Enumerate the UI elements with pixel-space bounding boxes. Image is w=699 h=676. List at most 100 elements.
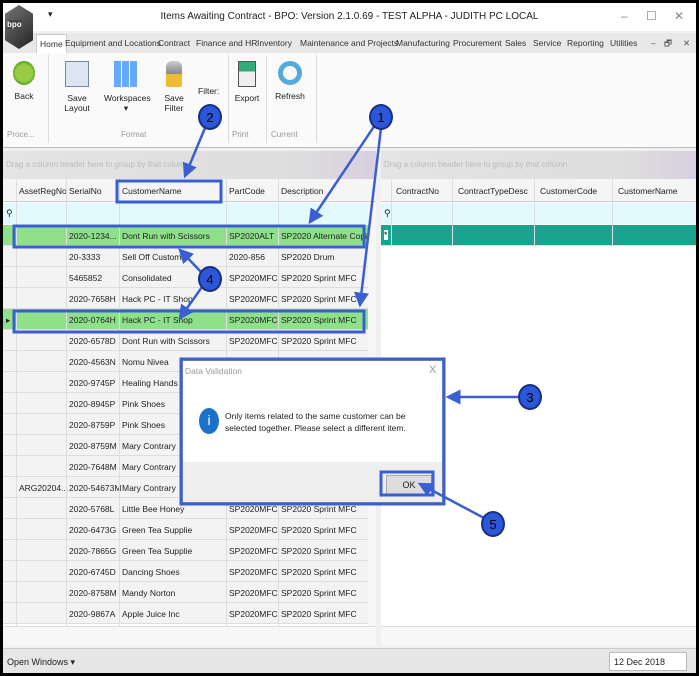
cell-description: SP2020 Sprint MFC — [281, 294, 357, 304]
table-row[interactable]: 20-3333 Sell Off Customer 2020-856 SP2020 D… — [3, 246, 368, 267]
save-filter-button[interactable]: Save Filter — [154, 61, 194, 113]
maximize-button[interactable]: ☐ — [646, 9, 657, 23]
cell-partcode: SP2020ALT — [229, 231, 275, 241]
tab-utilities[interactable]: Utilities — [610, 38, 637, 48]
table-row[interactable]: 2020-6473G Green Tea Supplie SP2020MFC SP20… — [3, 519, 368, 540]
right-horizontal-scrollbar[interactable] — [381, 626, 696, 645]
tab-home[interactable]: Home — [36, 34, 67, 53]
minimize-button[interactable]: – — [621, 9, 628, 23]
cell-customername: Sell Off Customer — [122, 252, 189, 262]
cell-serialno: 2020-8945P — [69, 399, 116, 409]
cell-customername: Mary Contrary — [122, 483, 176, 493]
column-header-contractno[interactable]: ContractNo — [396, 186, 439, 196]
table-row[interactable]: 2020-1234... Dont Run with Scissors SP2020… — [3, 225, 375, 246]
cell-customername: Dont Run with Scissors — [122, 336, 210, 346]
table-row[interactable]: 2020-7865G Green Tea Supplie SP2020MFC SP20… — [3, 540, 368, 561]
column-divider — [534, 179, 535, 247]
logo-text: bpo — [7, 20, 22, 29]
cell-customername: Little Bee Honey — [122, 504, 185, 514]
table-row[interactable]: 2020-6578D Dont Run with Scissors SP2020MF… — [3, 330, 368, 351]
cell-serialno: 2020-7865G — [69, 546, 117, 556]
window-title: Items Awaiting Contract - BPO: Version 2… — [160, 11, 539, 22]
workspaces-icon — [114, 61, 138, 87]
column-header-assetregno[interactable]: AssetRegNo — [19, 186, 67, 196]
cell-partcode: SP2020MFC — [229, 546, 278, 556]
cell-serialno: 5465852 — [69, 273, 103, 283]
table-row[interactable]: 2020-8758M Mandy Norton SP2020MFC SP2020 Sp… — [3, 582, 368, 603]
ribbon-minimize-button[interactable]: – — [651, 38, 656, 48]
cell-serialno: 2020-9867A — [69, 609, 116, 619]
cell-partcode: SP2020MFC — [229, 609, 278, 619]
cell-description: SP2020 Drum — [281, 252, 335, 262]
cell-customername: Consolidated — [122, 273, 172, 283]
column-header-description[interactable]: Description — [281, 186, 324, 196]
save-filter-label: Save Filter — [164, 93, 184, 113]
tab-inventory[interactable]: Inventory — [257, 38, 292, 48]
tab-maintenance-and-projects[interactable]: Maintenance and Projects — [300, 38, 398, 48]
dialog-message: Only items related to the same customer … — [225, 411, 406, 433]
column-header-customername[interactable]: CustomerName — [618, 186, 678, 196]
title-bar: Items Awaiting Contract - BPO: Version 2… — [3, 3, 696, 31]
annotation-badge-5: 5 — [481, 511, 505, 537]
app-logo[interactable]: bpo — [5, 5, 33, 49]
tab-sales[interactable]: Sales — [505, 38, 526, 48]
ribbon: Back Save Layout Workspaces ▾ Save Filter… — [3, 53, 696, 148]
cell-description: SP2020 Sprint MFC — [281, 546, 357, 556]
table-row[interactable]: 2020-6745D Dancing Shoes SP2020MFC SP2020 S… — [3, 561, 368, 582]
tab-contract[interactable]: Contract — [158, 38, 190, 48]
quick-access-dropdown[interactable]: ▾ — [48, 9, 53, 20]
cell-serialno: 2020-5768L — [69, 504, 115, 514]
cell-description: SP2020 Sprint MFC — [281, 609, 357, 619]
cell-partcode: 2020-856 — [229, 252, 265, 262]
workspaces-button[interactable]: Workspaces ▾ — [104, 61, 151, 114]
save-layout-label: Save Layout — [64, 93, 90, 113]
cell-description: SP2020 Sprint MFC — [281, 504, 357, 514]
ribbon-close-button[interactable]: ✕ — [683, 38, 690, 49]
column-header-serialno[interactable]: SerialNo — [69, 186, 102, 196]
annotation-badge-3: 3 — [518, 384, 542, 410]
cell-partcode: SP2020MFC — [229, 336, 278, 346]
ok-button[interactable]: OK — [386, 475, 432, 495]
table-row[interactable]: 2020-9867A Apple Juice Inc SP2020MFC SP2020… — [3, 603, 368, 624]
tab-equipment-and-locations[interactable]: Equipment and Locations — [65, 38, 161, 48]
dialog-title: Data Validation — [185, 366, 243, 376]
table-row[interactable]: ▸ 2020-0764H Hack PC - IT Shop SP2020MFC SP2… — [3, 309, 368, 330]
new-item-row[interactable]: * — [381, 225, 696, 246]
cell-customername: Mary Contrary — [122, 441, 176, 451]
dialog-close-button[interactable]: X — [429, 364, 436, 376]
export-button[interactable]: Export — [232, 61, 262, 103]
tab-procurement[interactable]: Procurement — [453, 38, 502, 48]
column-header-contracttypedesc[interactable]: ContractTypeDesc — [458, 186, 528, 196]
cell-serialno: 2020-1234... — [69, 231, 117, 241]
column-header-customername[interactable]: CustomerName — [122, 186, 182, 196]
refresh-button[interactable]: Refresh — [273, 61, 307, 101]
ribbon-tabs: – 🗗 ✕ Home Equipment and Locations Contrac… — [3, 33, 696, 53]
cell-serialno: 2020-7658H — [69, 294, 116, 304]
back-button[interactable]: Back — [9, 61, 39, 101]
right-filter-row[interactable]: ⚲ — [381, 203, 696, 224]
left-horizontal-scrollbar[interactable] — [3, 626, 376, 645]
date-field[interactable]: 12 Dec 2018 — [609, 652, 687, 671]
tab-finance-and-hr[interactable]: Finance and HR — [196, 38, 257, 48]
table-row[interactable]: 5465852 Consolidated SP2020MFC SP2020 Sprin… — [3, 267, 368, 288]
cell-customername: Hack PC - IT Shop — [122, 315, 193, 325]
cell-serialno: 2020-7648M — [69, 462, 117, 472]
right-group-panel[interactable]: Drag a column header here to group by th… — [381, 151, 696, 179]
close-button[interactable]: ✕ — [674, 9, 684, 23]
open-windows-button[interactable]: Open Windows ▾ — [7, 657, 75, 668]
status-bar: Open Windows ▾ 12 Dec 2018 — [3, 648, 696, 673]
group-process: Proce... — [7, 130, 35, 139]
left-group-panel[interactable]: Drag a column header here to group by th… — [3, 151, 376, 179]
tab-service[interactable]: Service — [533, 38, 561, 48]
column-header-partcode[interactable]: PartCode — [229, 186, 265, 196]
group-print: Print — [232, 130, 249, 139]
cell-customername: Nomu Nivea — [122, 357, 169, 367]
ribbon-restore-button[interactable]: 🗗 — [664, 38, 672, 52]
left-filter-row[interactable]: ⚲ — [3, 203, 368, 224]
column-divider — [16, 179, 17, 626]
save-layout-button[interactable]: Save Layout — [55, 61, 99, 113]
tab-manufacturing[interactable]: Manufacturing — [396, 38, 450, 48]
column-header-customercode[interactable]: CustomerCode — [540, 186, 597, 196]
table-row[interactable]: 2020-7658H Hack PC - IT Shop SP2020MFC SP20… — [3, 288, 368, 309]
tab-reporting[interactable]: Reporting — [567, 38, 604, 48]
